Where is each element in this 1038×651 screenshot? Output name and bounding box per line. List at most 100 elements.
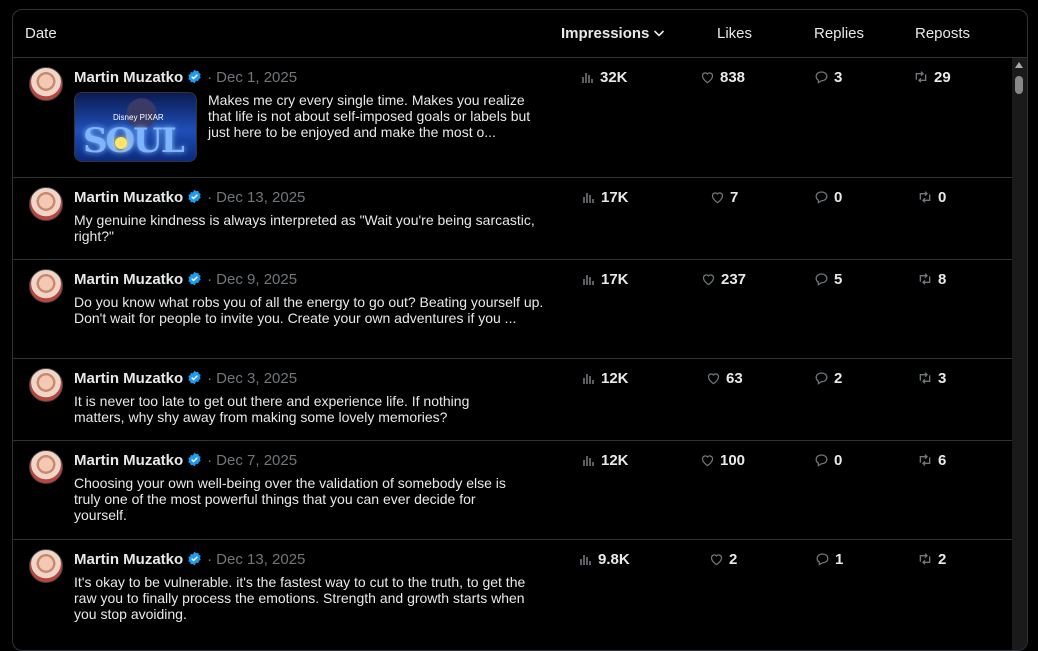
reposts-count: 3: [917, 370, 946, 387]
table-row[interactable]: Martin Muzatko · Dec 9, 2025 Do you know w…: [13, 260, 1012, 359]
avatar[interactable]: [29, 549, 63, 583]
replies-count: 3: [814, 69, 842, 86]
post-text[interactable]: It is never too late to get out there an…: [74, 393, 494, 425]
post-date[interactable]: Dec 7, 2025: [216, 452, 297, 469]
post-text[interactable]: Choosing your own well-being over the va…: [74, 475, 529, 523]
post-date[interactable]: Dec 13, 2025: [216, 551, 305, 568]
post-meta: Martin Muzatko · Dec 7, 2025: [74, 452, 297, 471]
impressions-count: 12K: [582, 370, 629, 387]
repost-icon: [915, 71, 927, 83]
table-row[interactable]: Martin Muzatko · Dec 7, 2025 Choosing your…: [13, 441, 1012, 540]
post-date[interactable]: Dec 13, 2025: [216, 189, 305, 206]
repost-icon: [919, 454, 931, 466]
image-glow: [115, 137, 127, 149]
repost-icon: [919, 553, 931, 565]
reposts-count: 8: [917, 271, 946, 288]
avatar[interactable]: [29, 269, 63, 303]
scroll-up-arrow-icon[interactable]: [1015, 62, 1023, 68]
analytics-icon: [582, 73, 593, 83]
image-title: SOUL: [83, 121, 185, 161]
likes-count: 838: [700, 69, 745, 86]
author-name[interactable]: Martin Muzatko: [74, 452, 183, 469]
reposts-count: 29: [913, 69, 951, 86]
replies-count: 2: [814, 370, 842, 387]
author-name[interactable]: Martin Muzatko: [74, 271, 183, 288]
impressions-count: 9.8K: [579, 551, 630, 568]
post-meta: Martin Muzatko · Dec 13, 2025: [74, 551, 305, 570]
heart-icon: [701, 72, 714, 84]
separator-dot: ·: [207, 452, 213, 469]
table-row[interactable]: Martin Muzatko · Dec 1, 2025 Disney PIXAR …: [13, 58, 1012, 178]
column-header-likes[interactable]: Likes: [717, 25, 752, 42]
author-name[interactable]: Martin Muzatko: [74, 370, 183, 387]
likes-count: 2: [709, 551, 737, 568]
analytics-icon: [583, 374, 594, 384]
post-image[interactable]: Disney PIXAR SOUL: [74, 92, 197, 162]
column-header-reposts[interactable]: Reposts: [915, 25, 970, 42]
avatar[interactable]: [29, 187, 63, 221]
post-meta: Martin Muzatko · Dec 9, 2025: [74, 271, 297, 290]
verified-badge-icon: [187, 271, 202, 290]
post-meta: Martin Muzatko · Dec 13, 2025: [74, 189, 305, 208]
replies-count: 1: [815, 551, 843, 568]
reposts-count: 2: [917, 551, 946, 568]
post-date[interactable]: Dec 1, 2025: [216, 69, 297, 86]
post-meta: Martin Muzatko · Dec 3, 2025: [74, 370, 297, 389]
post-text[interactable]: My genuine kindness is always interprete…: [74, 212, 536, 244]
impressions-count: 12K: [582, 452, 629, 469]
heart-icon: [702, 274, 715, 286]
post-text[interactable]: Makes me cry every single time. Makes yo…: [208, 92, 538, 140]
analytics-posts-table: Date Impressions Likes Replies Reposts M…: [12, 9, 1028, 651]
reply-icon: [815, 71, 828, 84]
impressions-count: 17K: [582, 271, 629, 288]
verified-badge-icon: [187, 551, 202, 570]
analytics-icon: [580, 555, 591, 565]
repost-icon: [919, 372, 931, 384]
vertical-scrollbar[interactable]: [1012, 58, 1027, 650]
column-header-date[interactable]: Date: [25, 25, 57, 42]
column-header-impressions-label: Impressions: [561, 25, 650, 42]
post-text[interactable]: Do you know what robs you of all the ene…: [74, 294, 544, 326]
analytics-icon: [583, 275, 594, 285]
separator-dot: ·: [207, 370, 213, 387]
avatar[interactable]: [29, 368, 63, 402]
separator-dot: ·: [207, 271, 213, 288]
column-header-replies[interactable]: Replies: [814, 25, 864, 42]
reply-icon: [816, 553, 829, 566]
author-name[interactable]: Martin Muzatko: [74, 551, 183, 568]
analytics-icon: [583, 193, 594, 203]
verified-badge-icon: [187, 69, 202, 88]
impressions-count: 32K: [581, 69, 628, 86]
impressions-count: 17K: [582, 189, 629, 206]
post-meta: Martin Muzatko · Dec 1, 2025: [74, 69, 297, 88]
replies-count: 0: [814, 189, 842, 206]
reposts-count: 0: [917, 189, 946, 206]
repost-icon: [919, 191, 931, 203]
table-row[interactable]: Martin Muzatko · Dec 3, 2025 It is never t…: [13, 359, 1012, 441]
likes-count: 7: [710, 189, 738, 206]
separator-dot: ·: [207, 189, 213, 206]
likes-count: 100: [700, 452, 745, 469]
reply-icon: [815, 372, 828, 385]
likes-count: 63: [706, 370, 743, 387]
verified-badge-icon: [187, 452, 202, 471]
column-header-impressions[interactable]: Impressions: [561, 25, 665, 43]
reply-icon: [815, 454, 828, 467]
chevron-down-icon: [653, 26, 665, 43]
separator-dot: ·: [207, 551, 213, 568]
replies-count: 5: [814, 271, 842, 288]
reply-icon: [815, 191, 828, 204]
avatar[interactable]: [29, 67, 63, 101]
post-date[interactable]: Dec 9, 2025: [216, 271, 297, 288]
heart-icon: [707, 373, 720, 385]
author-name[interactable]: Martin Muzatko: [74, 69, 183, 86]
scrollbar-thumb[interactable]: [1015, 76, 1023, 94]
author-name[interactable]: Martin Muzatko: [74, 189, 183, 206]
post-date[interactable]: Dec 3, 2025: [216, 370, 297, 387]
avatar[interactable]: [29, 450, 63, 484]
table-row[interactable]: Martin Muzatko · Dec 13, 2025 My genuine k…: [13, 178, 1012, 260]
verified-badge-icon: [187, 189, 202, 208]
table-header: Date Impressions Likes Replies Reposts: [13, 10, 1027, 58]
table-row[interactable]: Martin Muzatko · Dec 13, 2025 It's okay to…: [13, 540, 1012, 650]
post-text[interactable]: It's okay to be vulnerable. it's the fas…: [74, 574, 534, 622]
